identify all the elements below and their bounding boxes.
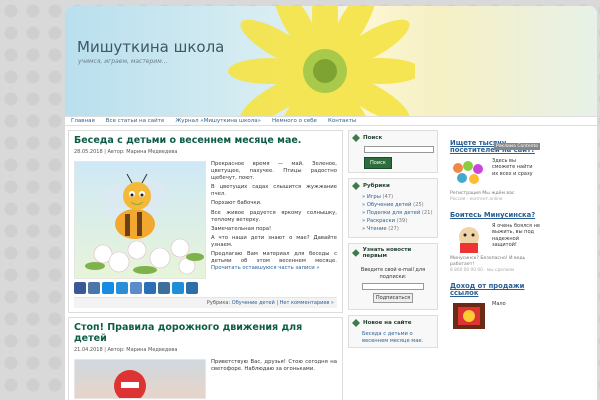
nav-journal[interactable]: Журнал «Мишуткина школа»: [175, 118, 261, 124]
post: Беседа с детьми о весеннем месяце мае. 2…: [68, 130, 343, 313]
lj-share-icon[interactable]: [130, 282, 142, 294]
ad-title[interactable]: Боитесь Минусинска?: [450, 212, 540, 219]
ad-note: Минусинск? Безопасно! И ведь работает!: [450, 256, 526, 267]
post-image: [74, 359, 206, 399]
subscribe-button[interactable]: Подписаться: [373, 293, 413, 303]
leaf-icon: [352, 134, 360, 142]
twitter-share-icon[interactable]: [116, 282, 128, 294]
ad-url: 8 800 00 00 00 · мы сделаем: [450, 268, 515, 273]
leaf-icon: [352, 319, 360, 327]
money-image: [453, 303, 485, 329]
main-nav: Главная Все статьи на сайте Журнал «Мишу…: [65, 116, 597, 126]
rubrics-title: Рубрики: [363, 183, 390, 189]
rubric-item[interactable]: » Игры (47): [362, 194, 434, 200]
email-field[interactable]: [362, 283, 424, 290]
sidebar: Поиск Поиск Рубрики » Игры (47) » Обучен…: [348, 130, 438, 400]
nav-home[interactable]: Главная: [71, 118, 95, 124]
post-paragraph: В цветущих садах слышится жужжание пчел.: [211, 184, 337, 198]
search-input[interactable]: [364, 146, 434, 153]
ad-title[interactable]: Доход от продажи ссылок: [450, 283, 540, 297]
liveinternet-share-icon[interactable]: [144, 282, 156, 294]
nav-about[interactable]: Немного о себе: [272, 118, 317, 124]
rubric-item[interactable]: » Раскраски (39): [362, 218, 434, 224]
rubric-link[interactable]: Обучение детей: [232, 300, 275, 306]
news-title: Новое на сайте: [363, 320, 412, 326]
post-title[interactable]: Беседа с детьми о весеннем месяце мае.: [74, 135, 337, 146]
post-meta: 21.04.2018 | Автор: Марина Медведева: [74, 347, 178, 353]
rubric-label: Рубрика:: [206, 300, 231, 306]
leaf-icon: [352, 249, 360, 257]
post-paragraph: Порхают бабочки.: [211, 200, 262, 207]
post-paragraph: Приветствую Вас, друзья! Стою сегодня на…: [211, 359, 337, 373]
share-more-icon[interactable]: [186, 282, 198, 294]
site-title[interactable]: Мишуткина школа: [77, 38, 224, 56]
news-widget: Новое на сайте Беседа с детьми о весенне…: [348, 315, 438, 348]
search-title: Поиск: [363, 135, 383, 141]
ad-column: Реклама Contento Ищете тысячу посетителе…: [450, 130, 540, 400]
subscribe-widget: Узнать новости первым Введите свой e-mai…: [348, 243, 438, 310]
post-paragraph: Замечательная пора!: [211, 225, 272, 232]
rubrics-widget: Рубрики » Игры (47) » Обучение детей (25…: [348, 178, 438, 238]
flower-image: [228, 6, 415, 116]
ad-item[interactable]: Доход от продажи ссылок Мало: [450, 283, 540, 331]
mail-share-icon[interactable]: [102, 282, 114, 294]
search-widget: Поиск Поиск: [348, 130, 438, 173]
ad-text: Здесь вы сможете найти их всех и сразу: [492, 158, 533, 177]
post-paragraph: Предлагаю Вам материал для беседы с деть…: [211, 251, 337, 265]
ad-label: Реклама Contento: [493, 143, 540, 150]
vk-share-icon[interactable]: [88, 282, 100, 294]
post-paragraph: Все живое радуется яркому солнышку, тепл…: [211, 209, 337, 223]
ad-url: Россия - контент.online: [450, 197, 503, 202]
read-more-link[interactable]: Прочитать оставшуюся часть записи »: [211, 265, 320, 271]
site-tagline: учимся, играем, мастерим...: [78, 58, 168, 65]
news-link[interactable]: весеннем месяце мае.: [362, 338, 434, 345]
facebook-share-icon[interactable]: [74, 282, 86, 294]
page-wrapper: Мишуткина школа учимся, играем, мастерим…: [65, 6, 597, 400]
rubric-item[interactable]: » Обучение детей (25): [362, 202, 434, 208]
share-buttons: [74, 282, 337, 294]
nav-contacts[interactable]: Контакты: [328, 118, 356, 124]
content-column: Беседа с детьми о весеннем месяце мае. 2…: [68, 130, 343, 400]
character-image: [459, 227, 479, 253]
subscribe-title: Узнать новости первым: [362, 247, 412, 259]
comments-link[interactable]: Нет комментариев »: [280, 300, 334, 306]
linkedin-share-icon[interactable]: [172, 282, 184, 294]
bee-image: [74, 161, 206, 279]
blogger-share-icon[interactable]: [158, 282, 170, 294]
ad-item[interactable]: Боитесь Минусинска? Я очень боялся не вы…: [450, 212, 540, 274]
post-paragraph: Прекрасное время — май. Зеленое, цветуще…: [211, 161, 337, 182]
ad-text: Мало: [492, 301, 506, 307]
post-footer: Рубрика: Обучение детей | Нет комментари…: [74, 297, 337, 308]
post-meta: 28.05.2018 | Автор: Марина Медведева: [74, 149, 178, 155]
header-banner: Мишуткина школа учимся, играем, мастерим…: [65, 6, 597, 116]
post-paragraph: А что наши дети знают о мае? Давайте узн…: [211, 234, 337, 248]
post-text: Прекрасное время — май. Зеленое, цветуще…: [211, 161, 337, 279]
leaf-icon: [352, 182, 360, 190]
rubric-item[interactable]: » Поделки для детей (21): [362, 210, 434, 216]
subscribe-text: Введите свой e-mail для подписки:: [360, 267, 426, 280]
search-button[interactable]: Поиск: [364, 157, 392, 169]
post: Стоп! Правила дорожного движения для дет…: [68, 317, 343, 400]
nav-all-articles[interactable]: Все статьи на сайте: [106, 118, 165, 124]
ad-text: Я очень боялся не выжить, вы под надежно…: [492, 223, 540, 248]
post-title[interactable]: Стоп! Правила дорожного движения для дет…: [74, 322, 337, 344]
balls-image: [453, 161, 483, 184]
rubric-item[interactable]: » Чтение (27): [362, 226, 434, 232]
